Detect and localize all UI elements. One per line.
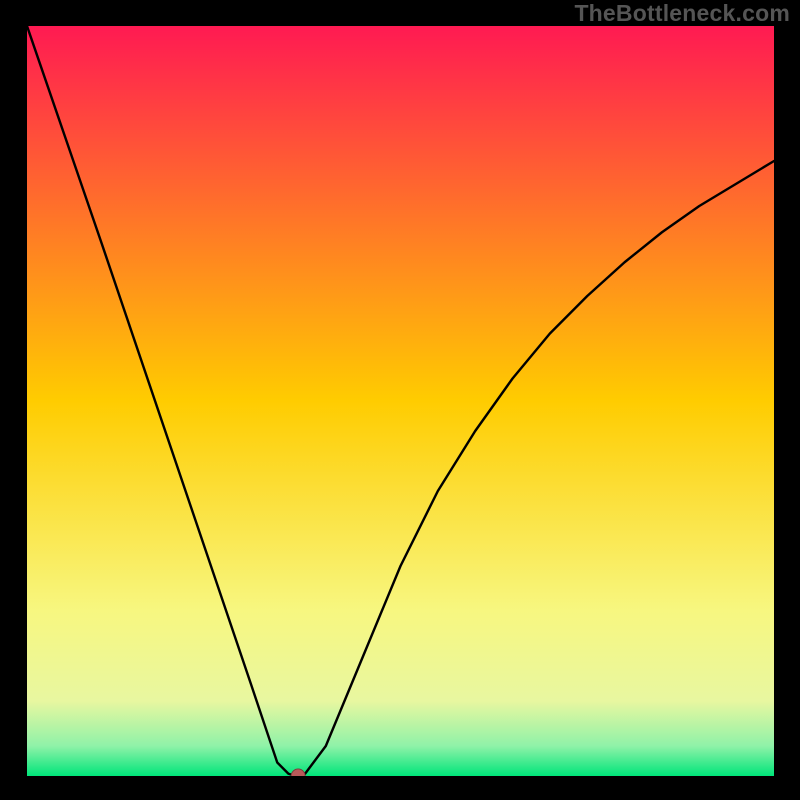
curve-path <box>27 26 774 776</box>
min-marker <box>291 769 305 776</box>
plot-frame <box>27 26 774 776</box>
plot-inner <box>27 26 774 776</box>
watermark-text: TheBottleneck.com <box>574 0 790 27</box>
bottleneck-curve <box>27 26 774 776</box>
chart-stage: TheBottleneck.com <box>0 0 800 800</box>
